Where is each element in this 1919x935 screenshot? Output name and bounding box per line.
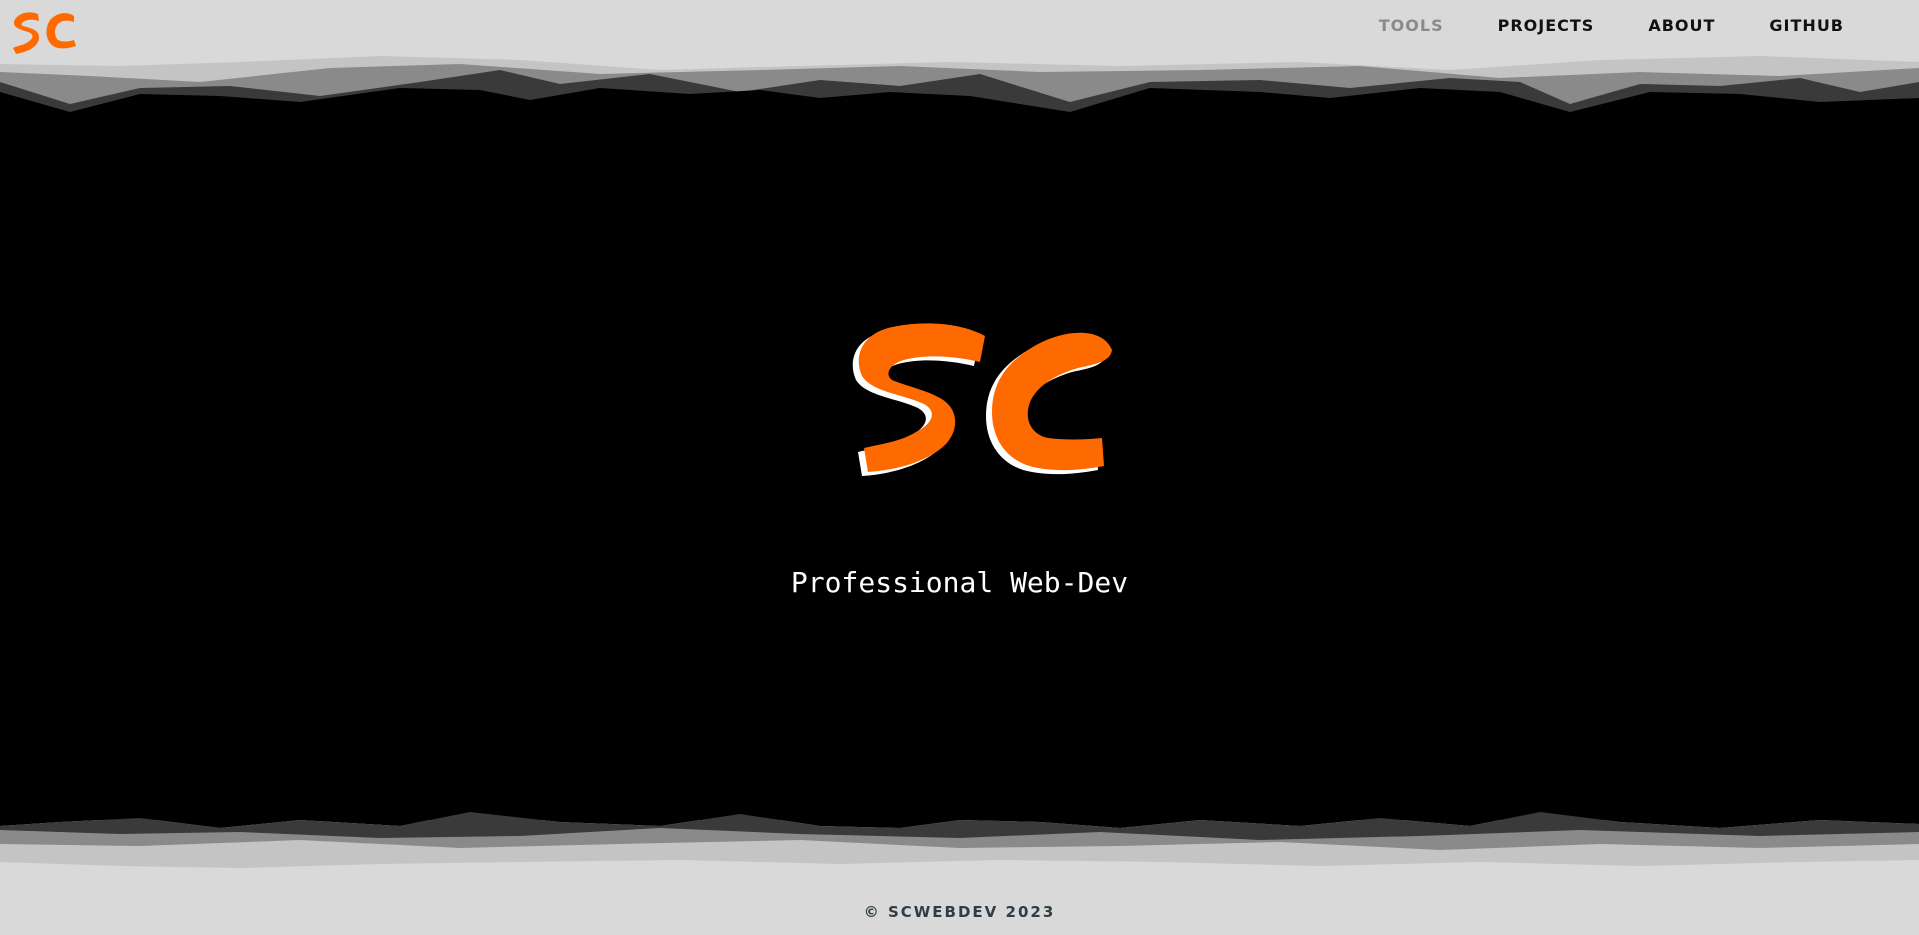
nav-item-projects[interactable]: PROJECTS: [1498, 16, 1595, 35]
brand-logo[interactable]: [8, 6, 80, 56]
footer-copyright: © SCWEBDEV 2023: [863, 903, 1056, 921]
nav-item-tools[interactable]: TOOLS: [1379, 16, 1444, 35]
page: TOOLS PROJECTS ABOUT GITHUB Professional…: [0, 0, 1919, 935]
hero-sc-logo: [820, 320, 1120, 510]
main-nav: TOOLS PROJECTS ABOUT GITHUB: [1325, 16, 1844, 35]
sc-logo-icon: [13, 12, 76, 55]
site-header: TOOLS PROJECTS ABOUT GITHUB: [0, 0, 1919, 60]
nav-item-github[interactable]: GITHUB: [1769, 16, 1844, 35]
sc-brush-logo-icon: [852, 323, 1112, 476]
nav-item-about[interactable]: ABOUT: [1648, 16, 1715, 35]
bottom-wave-divider: [0, 800, 1919, 880]
top-wave-divider: [0, 56, 1919, 132]
hero-tagline: Professional Web-Dev: [790, 566, 1129, 599]
